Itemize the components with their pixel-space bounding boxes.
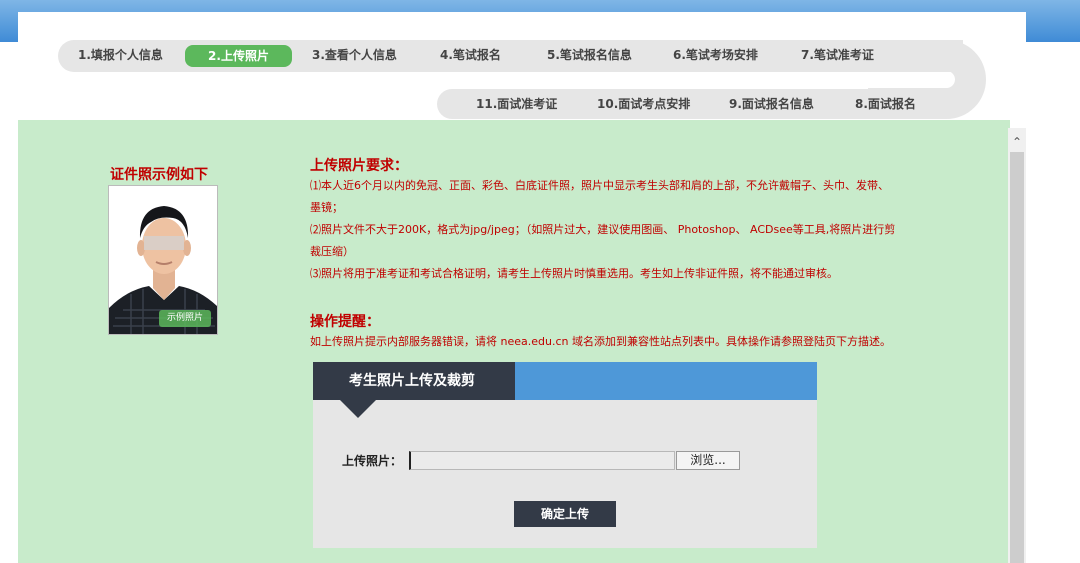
confirm-upload-button[interactable]: 确定上传 xyxy=(514,501,616,527)
requirement-line-2-cont: 裁压缩） xyxy=(310,245,354,258)
requirements-title: 上传照片要求： xyxy=(310,158,408,174)
upload-header-notch xyxy=(340,400,376,418)
upload-header-title: 考生照片上传及裁剪 xyxy=(313,362,515,400)
step-interview-registration-info[interactable]: 9.面试报名信息 xyxy=(729,93,814,115)
step-written-exam-room[interactable]: 6.笔试考场安排 xyxy=(673,44,758,66)
requirement-line-3: ⑶照片将用于准考证和考试合格证明，请考生上传照片时慎重选用。考生如上传非证件照，… xyxy=(310,267,838,280)
vertical-scrollbar[interactable]: ⌃ xyxy=(1008,128,1026,563)
step-interview-venue[interactable]: 10.面试考点安排 xyxy=(597,93,690,115)
tips-title: 操作提醒： xyxy=(310,314,380,330)
step-view-personal-info[interactable]: 3.查看个人信息 xyxy=(312,44,397,66)
tips-line: 如上传照片提示内部服务器错误，请将 neea.edu.cn 域名添加到兼容性站点… xyxy=(310,335,891,348)
requirement-line-2: ⑵照片文件不大于200K，格式为jpg/jpeg；（如照片过大，建议使用图画、 … xyxy=(310,223,896,236)
step-written-registration-info[interactable]: 5.笔试报名信息 xyxy=(547,44,632,66)
scroll-up-icon[interactable]: ⌃ xyxy=(1008,132,1026,152)
browse-button[interactable]: 浏览... xyxy=(676,451,740,470)
step-interview-admission-ticket[interactable]: 11.面试准考证 xyxy=(476,93,557,115)
step-written-registration[interactable]: 4.笔试报名 xyxy=(440,44,501,66)
example-photo: 示例照片 xyxy=(108,185,218,335)
step-upload-photo[interactable]: 2.上传照片 xyxy=(185,45,292,67)
step-fill-personal-info[interactable]: 1.填报个人信息 xyxy=(78,44,163,66)
example-photo-badge: 示例照片 xyxy=(159,310,211,327)
scroll-thumb[interactable] xyxy=(1010,152,1024,563)
step-written-admission-ticket[interactable]: 7.笔试准考证 xyxy=(801,44,874,66)
requirement-line-1-cont: 墨镜； xyxy=(310,201,343,214)
example-photo-title: 证件照示例如下 xyxy=(110,167,208,183)
upload-file-label: 上传照片： xyxy=(342,454,403,468)
upload-file-input[interactable] xyxy=(409,451,675,470)
step-interview-registration[interactable]: 8.面试报名 xyxy=(855,93,916,115)
requirement-line-1: ⑴本人近6个月以内的免冠、正面、彩色、白底证件照，照片中显示考生头部和肩的上部，… xyxy=(310,179,889,192)
